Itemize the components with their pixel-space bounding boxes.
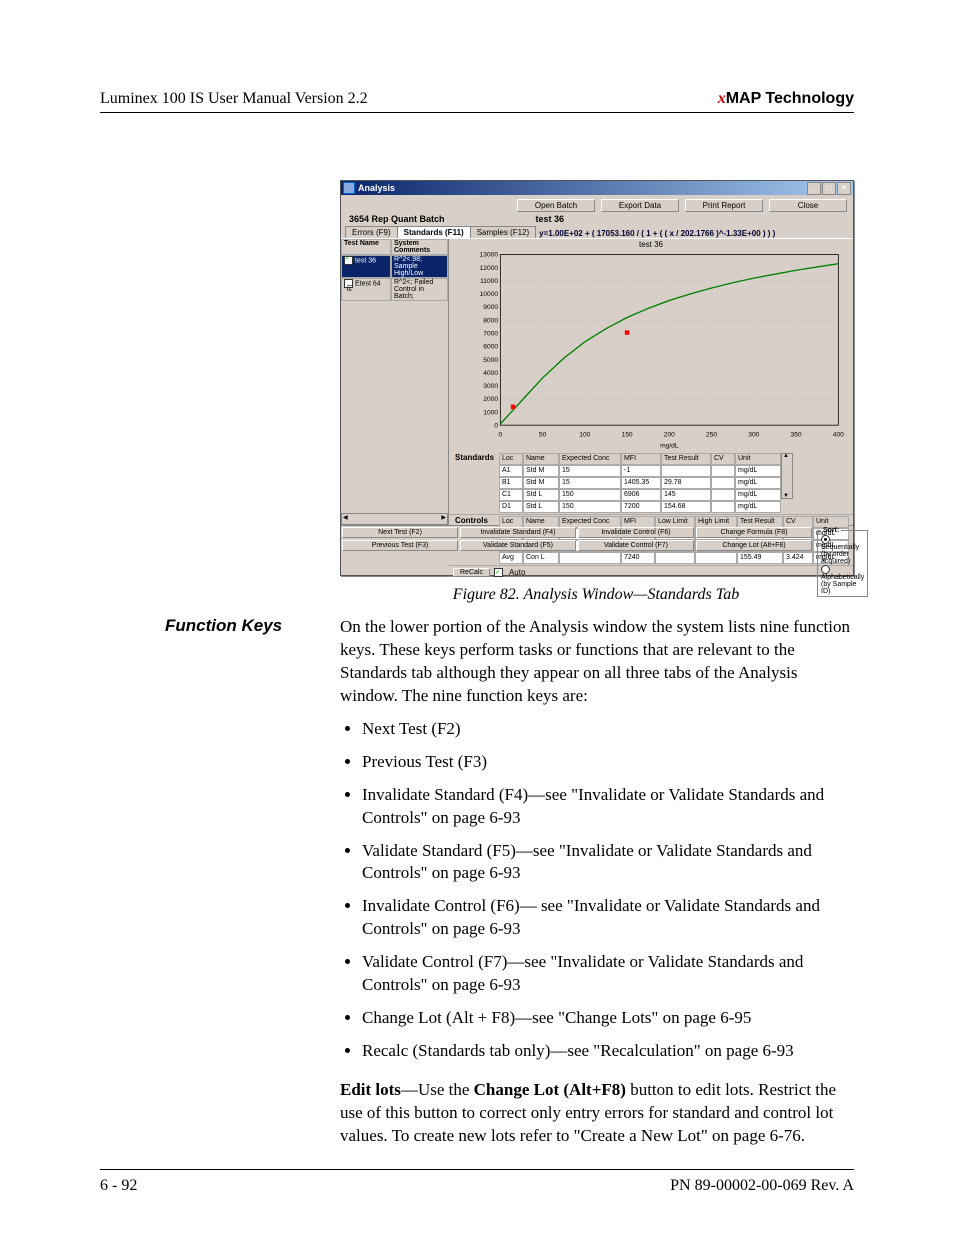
svg-text:mg/dL: mg/dL [660,443,679,450]
validate-standard-button[interactable]: Validate Standard (F5) [460,540,576,551]
checked-icon[interactable] [344,256,353,265]
invalidate-control-button[interactable]: Invalidate Control (F6) [578,527,694,538]
table-row[interactable]: A1Std M15-1mg/dL [499,465,781,477]
svg-text:350: 350 [791,431,802,438]
standards-label: Standards [453,453,499,462]
svg-text:12000: 12000 [480,265,499,272]
header-right: xMAP Technology [718,90,854,108]
side-heading-function-keys: Function Keys [165,616,282,636]
formula-text: y=1.00E+02 + ( 17053.160 / ( 1 + ( ( x /… [535,229,775,238]
titlebar: Analysis _ □ × [341,181,853,195]
y-axis-label: FI [347,285,354,291]
edit-lots-paragraph: Edit lots—Use the Change Lot (Alt+F8) bu… [340,1079,854,1148]
app-icon [343,182,355,194]
svg-text:400: 400 [833,431,844,438]
previous-test-button[interactable]: Previous Test (F3) [342,540,458,551]
svg-text:9000: 9000 [483,304,498,311]
list-item: Previous Test (F3) [362,751,854,774]
table-row[interactable]: D1Std L1507200154.68mg/dL [499,501,781,513]
list-item: Change Lot (Alt + F8)—see "Change Lots" … [362,1007,854,1030]
svg-text:150: 150 [622,431,633,438]
minimize-button[interactable]: _ [807,182,821,195]
analysis-window: Analysis _ □ × Open Batch Export Data Pr… [340,180,854,576]
svg-text:10000: 10000 [480,291,499,298]
print-report-button[interactable]: Print Report [685,199,763,212]
change-formula-button[interactable]: Change Formula (F8) [696,527,812,538]
doc-id: PN 89-00002-00-069 Rev. A [670,1177,854,1195]
figure-caption: Figure 82. Analysis Window—Standards Tab [340,586,852,604]
header-left: Luminex 100 IS User Manual Version 2.2 [100,90,368,108]
invalidate-standard-button[interactable]: Invalidate Standard (F4) [460,527,576,538]
list-item: Recalc (Standards tab only)—see "Recalcu… [362,1040,854,1063]
test-row-64[interactable]: Etest 64 R^2<; Failed Control in Batch; [341,278,448,301]
footer-rule [100,1169,854,1170]
svg-text:3000: 3000 [483,383,498,390]
svg-text:1000: 1000 [483,409,498,416]
svg-text:13000: 13000 [480,252,499,259]
intro-paragraph: On the lower portion of the Analysis win… [340,616,854,708]
svg-text:6000: 6000 [483,344,498,351]
svg-text:11000: 11000 [480,278,498,285]
batch-name: 3654 Rep Quant Batch [349,214,445,224]
svg-text:0: 0 [498,431,502,438]
standards-section: Standards LocNameExpected ConcMFITest Re… [449,452,853,514]
standards-table: LocNameExpected ConcMFITest ResultCVUnit… [499,453,781,513]
close-button[interactable]: Close [769,199,847,212]
svg-text:300: 300 [748,431,759,438]
sort-alpha-radio[interactable] [821,565,830,574]
list-item: Invalidate Standard (F4)—see "Invalidate… [362,784,854,830]
svg-text:250: 250 [706,431,717,438]
header-rule [100,112,854,113]
chart-area: 0501001502002503003504000100020003000400… [467,250,845,450]
function-key-list: Next Test (F2) Previous Test (F3) Invalida… [340,718,854,1063]
tab-standards[interactable]: Standards (F11) [397,226,471,238]
chart-title: test 36 [449,239,853,250]
open-batch-button[interactable]: Open Batch [517,199,595,212]
left-scrollbar[interactable]: ◀▶ [341,513,448,525]
validate-control-button[interactable]: Validate Control (F7) [578,540,694,551]
window-title: Analysis [358,183,395,193]
tab-samples[interactable]: Samples (F12) [470,226,536,238]
test-row-36[interactable]: test 36 R^2<.98; Sample High/Low [341,255,448,278]
table-row[interactable]: C1Std L1506906145mg/dL [499,489,781,501]
left-pane: Test Name System Comments test 36 R^2<.9… [341,239,449,525]
sort-sequential-radio[interactable] [821,535,830,544]
top-button-bar: Open Batch Export Data Print Report Clos… [341,195,853,214]
svg-text:7000: 7000 [483,330,498,337]
table-row[interactable]: B1Std M151405.3529.78mg/dL [499,477,781,489]
svg-text:8000: 8000 [483,317,498,324]
list-item: Validate Control (F7)—see "Invalidate or… [362,951,854,997]
left-header: Test Name System Comments [341,239,448,255]
list-item: Validate Standard (F5)—see "Invalidate o… [362,840,854,886]
svg-text:0: 0 [494,422,498,429]
export-data-button[interactable]: Export Data [601,199,679,212]
close-window-button[interactable]: × [837,182,851,195]
svg-text:100: 100 [579,431,590,438]
svg-text:2000: 2000 [483,396,498,403]
svg-text:50: 50 [539,431,547,438]
sort-legend: Sort: [821,527,841,534]
list-item: Invalidate Control (F6)— see "Invalidate… [362,895,854,941]
tabs: Errors (F9) Standards (F11) Samples (F12… [345,226,535,238]
tab-errors[interactable]: Errors (F9) [345,226,398,238]
change-lot-button[interactable]: Change Lot (Alt+F8) [696,540,812,551]
svg-text:200: 200 [664,431,675,438]
controls-label: Controls [453,516,499,525]
maximize-button[interactable]: □ [822,182,836,195]
svg-text:5000: 5000 [483,357,498,364]
svg-text:4000: 4000 [483,370,498,377]
list-item: Next Test (F2) [362,718,854,741]
next-test-button[interactable]: Next Test (F2) [342,527,458,538]
test-label-top: test 36 [536,214,565,224]
page-number: 6 - 92 [100,1177,137,1195]
standards-scrollbar[interactable] [781,453,793,499]
